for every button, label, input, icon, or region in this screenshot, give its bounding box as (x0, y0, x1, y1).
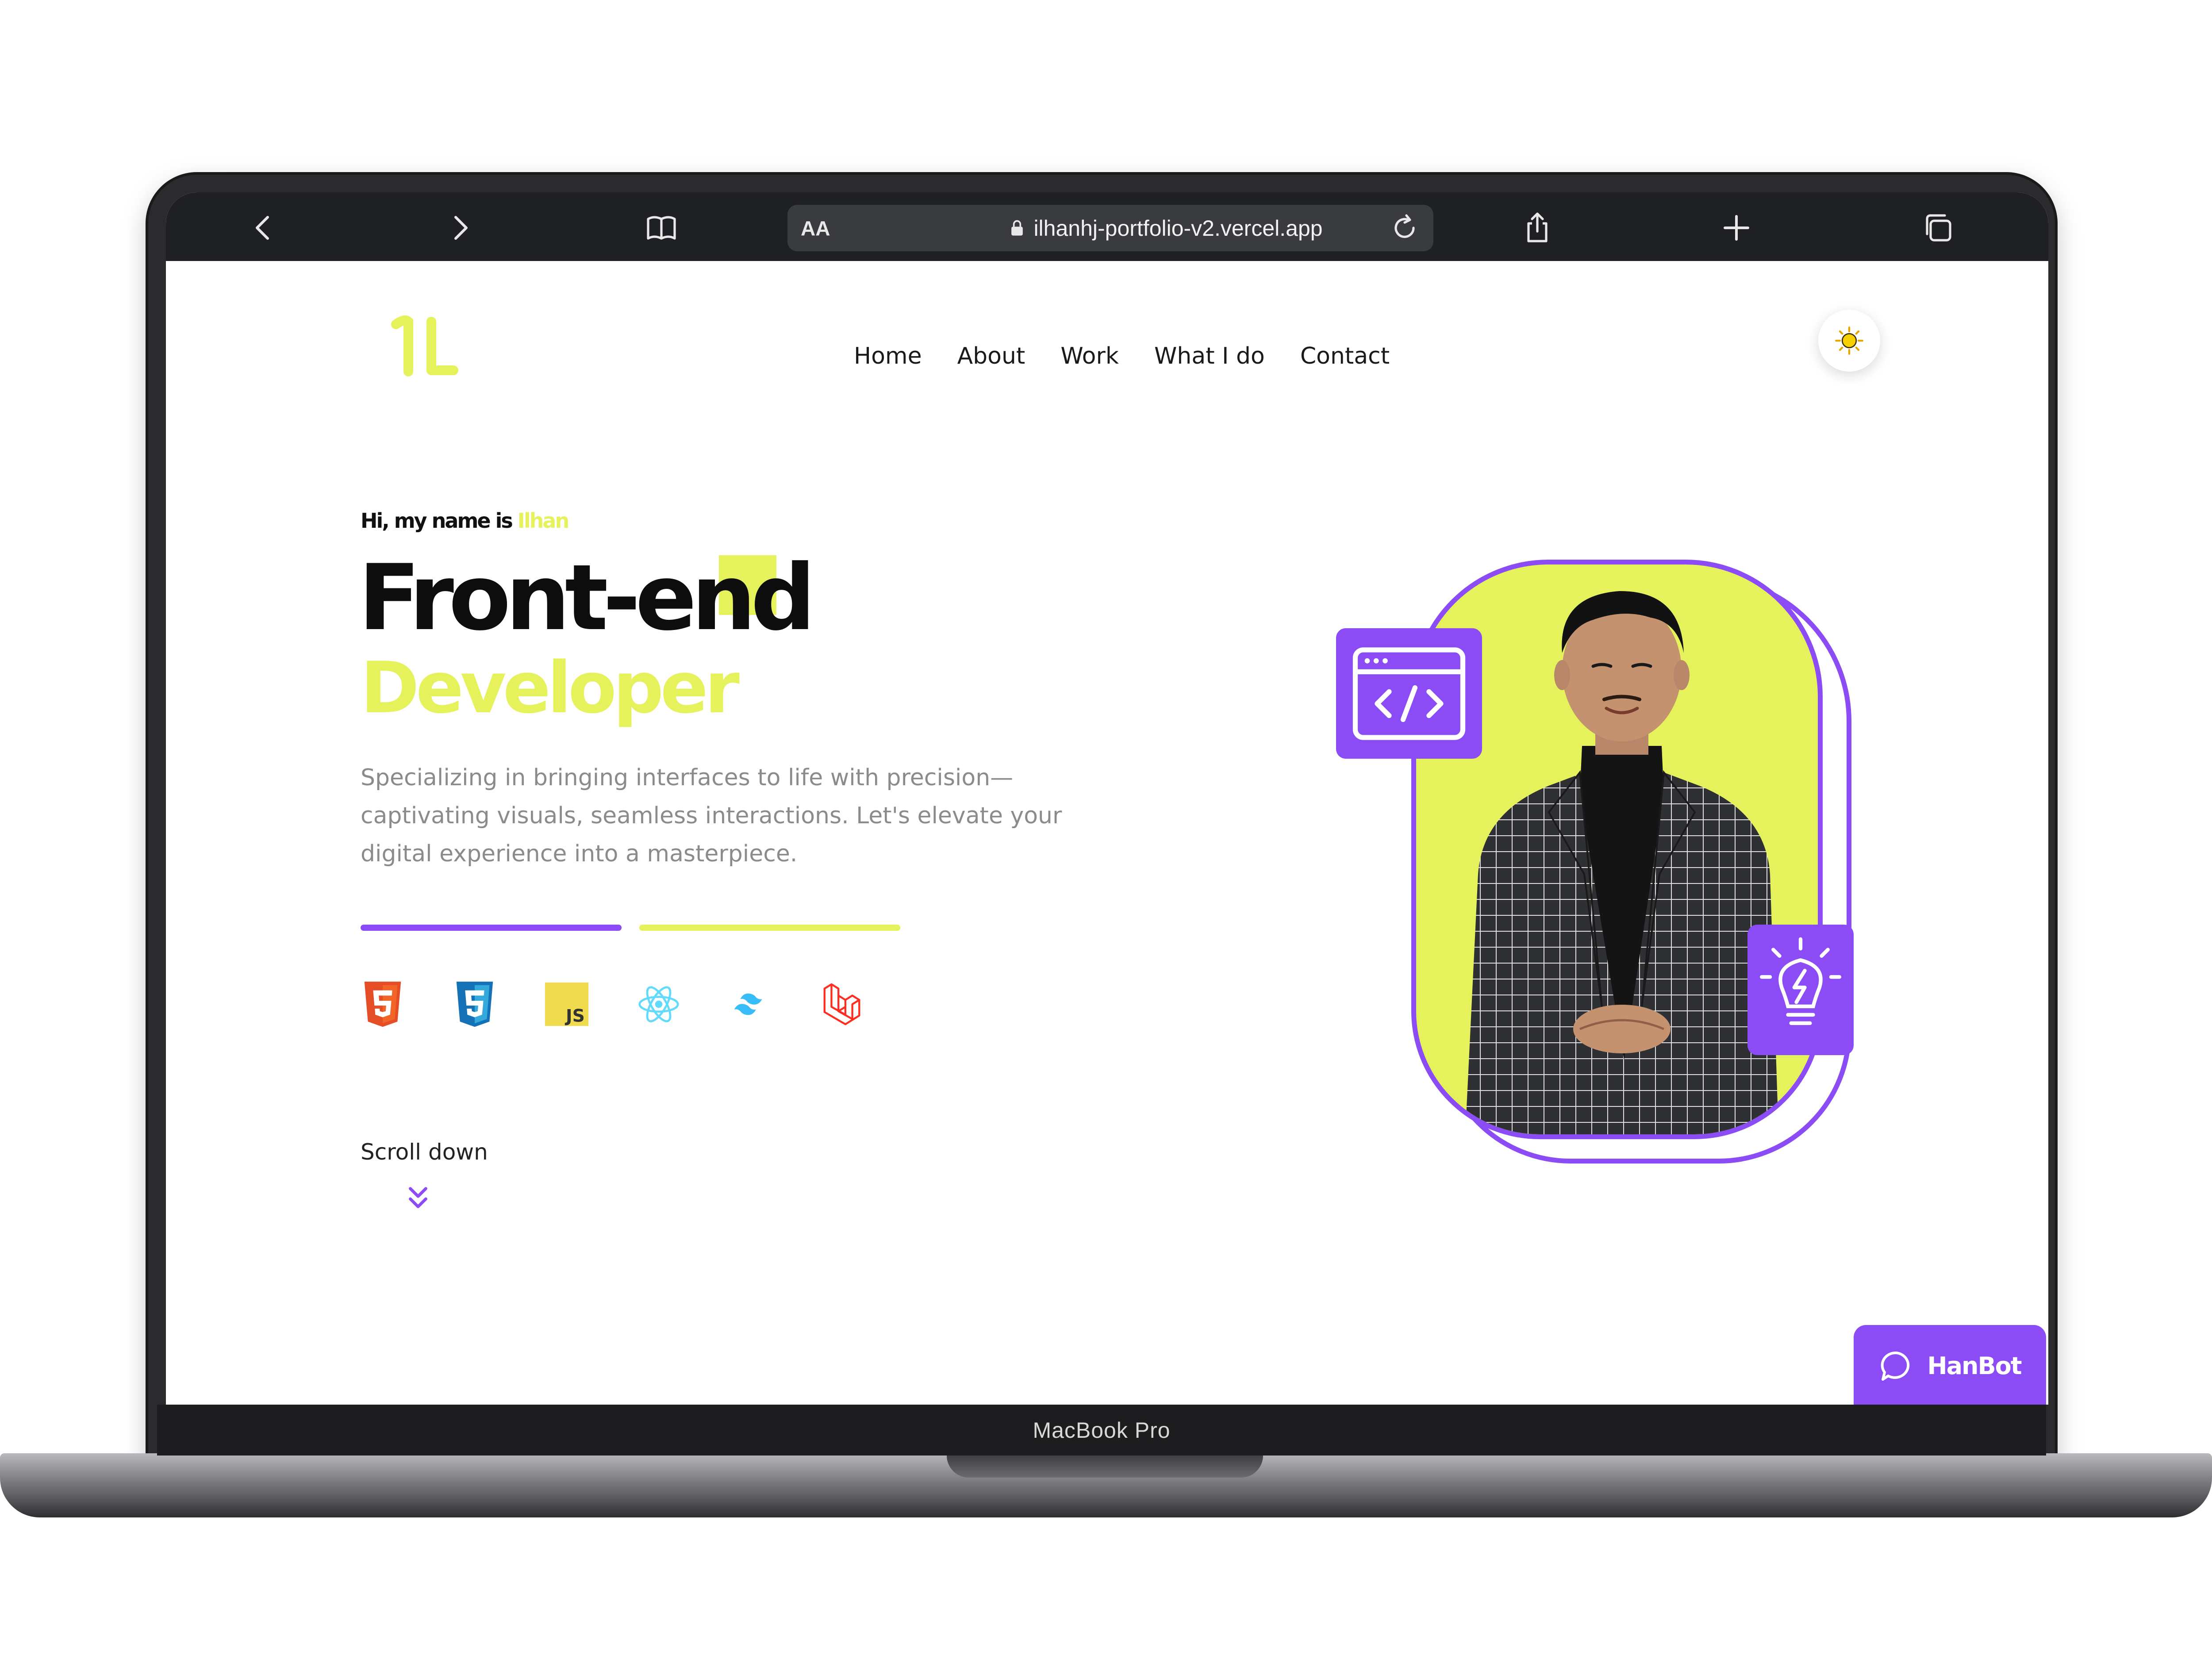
nav-contact[interactable]: Contact (1300, 343, 1390, 369)
sun-icon (1835, 326, 1863, 355)
divider-lime (639, 925, 900, 931)
laptop-bezel: MacBook Pro (157, 1405, 2046, 1455)
screen: AA ilhanhj-portfolio-v2.vercel.app Home … (166, 192, 2048, 1405)
greeting-name: Ilhan (517, 509, 569, 533)
svg-text:JS: JS (565, 1006, 585, 1026)
lock-icon (1011, 220, 1023, 235)
main-nav: Home About Work What I do Contact (854, 343, 1390, 369)
bookmarks-icon[interactable] (644, 210, 679, 246)
nav-work[interactable]: Work (1060, 343, 1119, 369)
html5-icon (361, 980, 405, 1029)
tabs-icon[interactable] (1920, 210, 1955, 246)
chat-bubble-icon (1881, 1351, 1910, 1381)
url-text: ilhanhj-portfolio-v2.vercel.app (1033, 215, 1323, 241)
hero-description: Specializing in bringing interfaces to l… (361, 764, 1062, 867)
hanbot-chat-button[interactable]: HanBot (1854, 1325, 2046, 1405)
nav-about[interactable]: About (957, 343, 1025, 369)
nav-home[interactable]: Home (854, 343, 922, 369)
hero-greeting: Hi, my name is Ilhan (361, 509, 569, 533)
tailwind-icon (729, 980, 773, 1029)
device-label: MacBook Pro (1033, 1417, 1171, 1443)
reload-icon[interactable] (1387, 210, 1422, 246)
nav-what-i-do[interactable]: What I do (1154, 343, 1265, 369)
address-bar[interactable]: AA ilhanhj-portfolio-v2.vercel.app (787, 205, 1433, 251)
hero-title: Front-end (358, 545, 816, 651)
react-icon (637, 980, 681, 1029)
laptop-notch (947, 1453, 1263, 1478)
code-badge (1336, 628, 1482, 759)
css3-icon (453, 980, 497, 1029)
site-logo[interactable] (387, 312, 462, 378)
idea-badge (1747, 925, 1854, 1055)
javascript-icon: JS (545, 980, 589, 1029)
chat-button-label: HanBot (1927, 1352, 2022, 1380)
code-window-icon (1352, 647, 1466, 740)
tech-stack: JS (361, 980, 865, 1029)
back-icon[interactable] (246, 210, 281, 246)
new-tab-icon[interactable] (1719, 210, 1754, 246)
laravel-icon (821, 980, 865, 1029)
share-icon[interactable] (1520, 210, 1555, 246)
browser-toolbar: AA ilhanhj-portfolio-v2.vercel.app (166, 192, 2048, 261)
lightbulb-icon (1759, 937, 1842, 1025)
theme-toggle-button[interactable] (1818, 310, 1880, 372)
hero-subtitle: Developer (361, 646, 740, 729)
forward-icon[interactable] (442, 210, 478, 246)
text-size-button[interactable]: AA (801, 216, 830, 240)
greeting-prefix: Hi, my name is (361, 509, 518, 533)
scroll-down-label: Scroll down (361, 1139, 488, 1165)
chevrons-down-icon[interactable] (405, 1183, 431, 1214)
divider-purple (361, 925, 622, 931)
